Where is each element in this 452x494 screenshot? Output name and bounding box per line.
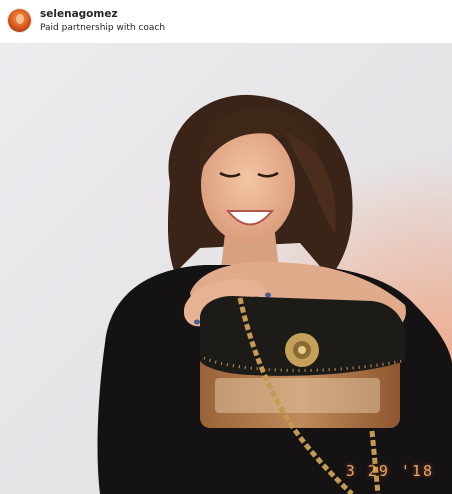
nail [194,319,200,325]
user-info: selenagomez Paid partnership with coach [40,8,165,35]
paid-partnership-label[interactable]: Paid partnership with coach [40,22,165,35]
username-link[interactable]: selenagomez [40,8,165,21]
post-photo[interactable]: 3 29 '18 [0,43,452,494]
instagram-post: selenagomez Paid partnership with coach [0,0,452,494]
nail [265,292,271,298]
post-header: selenagomez Paid partnership with coach [0,0,452,42]
photo-illustration [0,43,452,494]
avatar-face [16,14,24,24]
profile-avatar[interactable] [8,9,31,32]
film-date-stamp: 3 29 '18 [345,462,434,480]
bag-pattern [215,378,380,413]
